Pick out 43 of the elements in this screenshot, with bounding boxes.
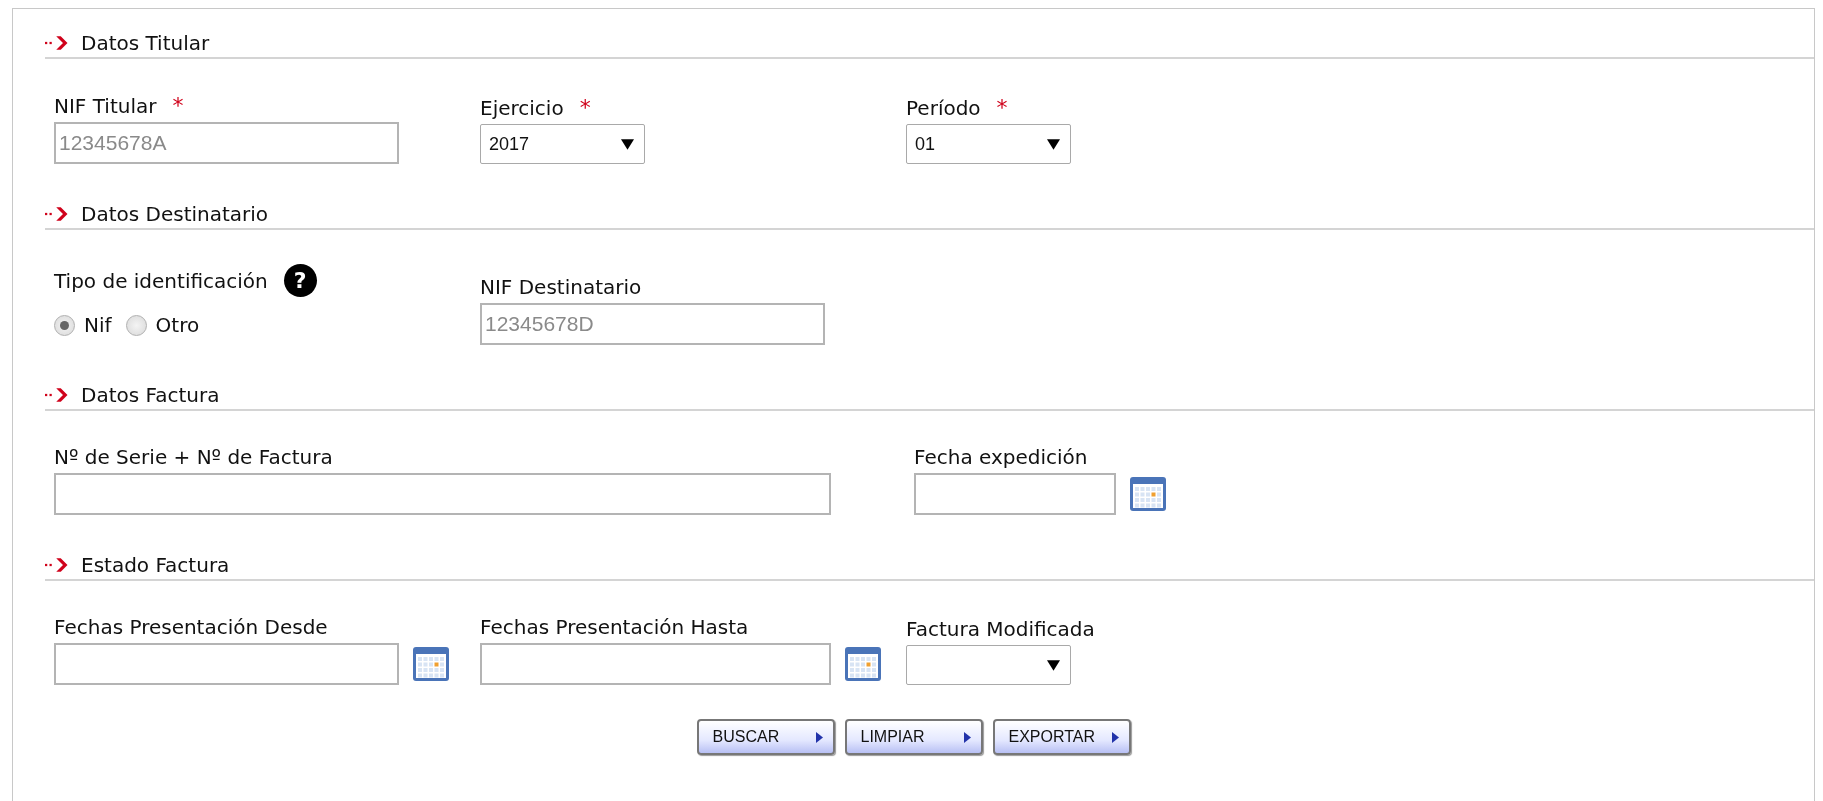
triangle-icon <box>963 731 971 743</box>
radio-button[interactable] <box>125 314 147 336</box>
field-label: Ejercicio <box>480 95 564 120</box>
date-field[interactable] <box>54 643 399 685</box>
help-icon[interactable]: ? <box>283 264 317 297</box>
section-title: Datos Factura <box>81 383 220 407</box>
required-mark: * <box>579 95 591 120</box>
dropdown[interactable]: 01 <box>906 124 1071 164</box>
section-title: Datos Destinatario <box>81 202 269 226</box>
dropdown[interactable]: 2017 <box>480 124 645 164</box>
caret-icon <box>621 138 634 150</box>
action-button[interactable]: LIMPIAR <box>844 719 983 755</box>
calendar-icon[interactable] <box>411 645 451 683</box>
section-title: Datos Titular <box>81 31 210 55</box>
caret-icon <box>1047 659 1060 671</box>
text-field[interactable] <box>54 473 831 515</box>
date-field[interactable] <box>914 473 1116 515</box>
radio-label: Otro <box>155 313 200 337</box>
field-label: Nº de Serie + Nº de Factura <box>54 445 333 469</box>
triangle-icon <box>1111 731 1119 743</box>
field-label: Fecha expedición <box>914 445 1088 469</box>
action-button[interactable]: BUSCAR <box>696 719 835 755</box>
field-label: Factura Modificada <box>906 617 1095 641</box>
calendar-icon[interactable] <box>843 645 883 683</box>
field-label: Período <box>906 95 981 120</box>
field-label: Fechas Presentación Hasta <box>480 615 749 639</box>
text-field[interactable]: 12345678A <box>54 122 399 164</box>
required-mark: * <box>172 93 184 118</box>
section-title: Estado Factura <box>81 553 230 577</box>
caret-icon <box>1047 138 1060 150</box>
required-mark: * <box>996 95 1008 120</box>
field-label: NIF Destinatario <box>480 275 642 299</box>
radio-label: Nif <box>84 313 112 337</box>
date-field[interactable] <box>480 643 831 685</box>
calendar-icon[interactable] <box>1128 475 1168 513</box>
field-label: Fechas Presentación Desde <box>54 615 328 639</box>
text-field[interactable]: 12345678D <box>480 303 825 345</box>
field-label: Tipo de identificación <box>54 268 268 293</box>
radio-button[interactable] <box>54 314 75 336</box>
dropdown[interactable] <box>906 645 1071 685</box>
triangle-icon <box>815 731 823 743</box>
field-label: NIF Titular <box>54 93 157 118</box>
action-button[interactable]: EXPORTAR <box>992 719 1131 755</box>
